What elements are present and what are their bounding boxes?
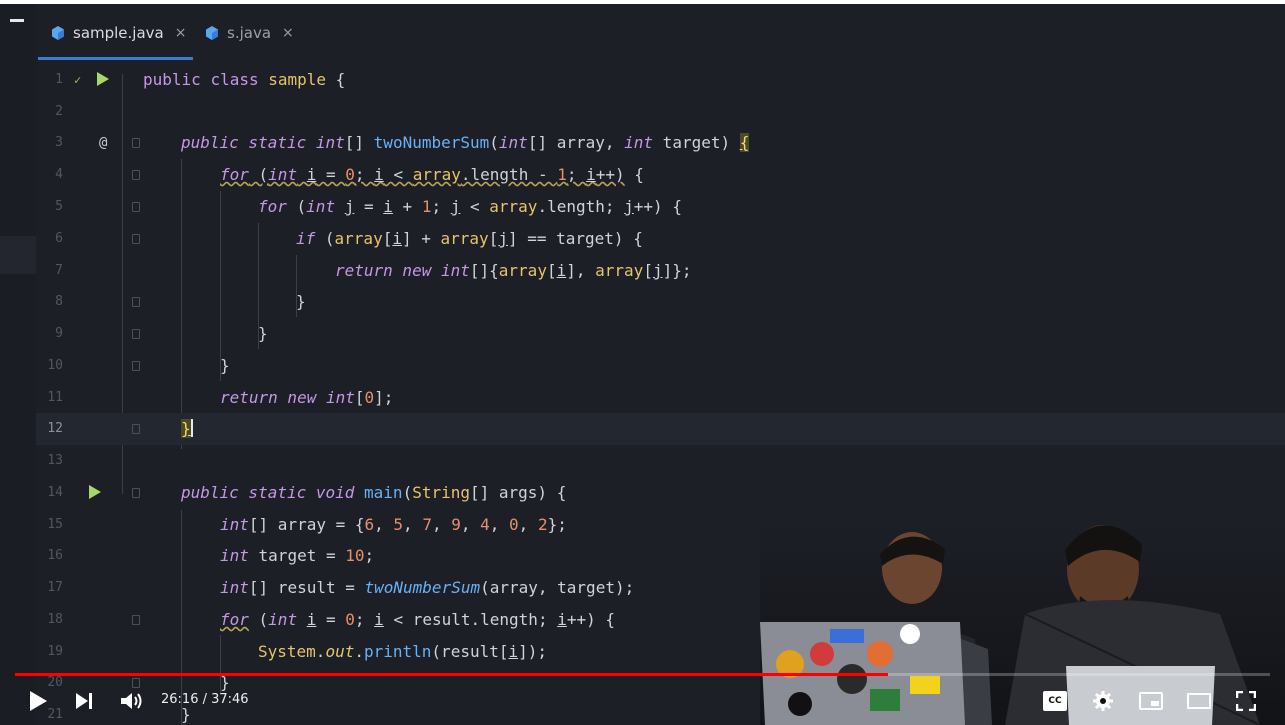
- tool-selection: [0, 236, 36, 274]
- code-text: if (array[i] + array[j] == target) {: [296, 229, 643, 248]
- code-text: public static int[] twoNumberSum(int[] a…: [181, 133, 750, 152]
- line-number: 9: [55, 326, 63, 341]
- line-number: 2: [55, 104, 63, 119]
- run-icon[interactable]: [88, 477, 101, 509]
- current-code-line: 12 }: [36, 413, 1285, 445]
- code-line: 7 return new int[]{array[i], array[j]};: [36, 255, 1285, 287]
- code-line: 10 }: [36, 350, 1285, 382]
- close-icon[interactable]: ×: [282, 25, 294, 41]
- line-number: 8: [55, 294, 63, 309]
- line-number: 14: [47, 485, 63, 500]
- line-number: 17: [47, 580, 63, 595]
- code-line: 13: [36, 445, 1285, 477]
- line-number: 18: [47, 612, 63, 627]
- code-text: int[] array = {6, 5, 7, 9, 4, 0, 2};: [220, 515, 567, 534]
- progress-fill: [15, 673, 889, 676]
- tab-s-java[interactable]: s.java ×: [204, 18, 294, 48]
- code-line: 1 ✓ public class sample {: [36, 64, 1285, 96]
- java-file-icon: [204, 25, 220, 41]
- miniplayer-icon[interactable]: [1138, 691, 1164, 711]
- code-line: 2: [36, 96, 1285, 128]
- fold-marker-icon[interactable]: [132, 170, 140, 180]
- line-number: 16: [47, 548, 63, 563]
- fullscreen-icon[interactable]: [1234, 690, 1258, 712]
- line-number: 7: [55, 263, 63, 278]
- line-number: 12: [47, 421, 63, 436]
- theater-mode-icon[interactable]: [1186, 691, 1212, 711]
- code-text: System.out.println(result[i]);: [258, 642, 548, 661]
- fold-marker-icon[interactable]: [132, 234, 140, 244]
- fold-marker-icon[interactable]: [132, 488, 140, 498]
- code-line: 9 }: [36, 318, 1285, 350]
- video-frame[interactable]: sample.java × s.java × 1 ✓ public class …: [0, 4, 1285, 725]
- code-line: 11 return new int[0];: [36, 382, 1285, 414]
- line-number: 13: [47, 453, 63, 468]
- settings-gear-icon[interactable]: [1091, 690, 1115, 712]
- code-text: for (int i = 0; i < result.length; i++) …: [220, 610, 616, 629]
- line-number: 10: [47, 358, 63, 373]
- code-line: 6 if (array[i] + array[j] == target) {: [36, 223, 1285, 255]
- code-text: for (int j = i + 1; j < array.length; j+…: [258, 197, 682, 216]
- java-file-icon: [50, 25, 66, 41]
- code-text: return new int[0];: [220, 388, 394, 407]
- fold-marker-icon[interactable]: [132, 424, 140, 434]
- check-icon: ✓: [74, 73, 82, 87]
- code-text: }: [220, 356, 230, 375]
- line-number: 15: [47, 517, 63, 532]
- fold-marker-icon[interactable]: [132, 297, 140, 307]
- play-icon[interactable]: [27, 690, 49, 712]
- fold-marker-icon[interactable]: [132, 361, 140, 371]
- player-controls: 26:16 / 37:46 CC: [0, 679, 1285, 725]
- code-text: public class sample {: [143, 70, 346, 89]
- text-cursor: [190, 419, 193, 437]
- fold-marker-icon[interactable]: [132, 615, 140, 625]
- fold-marker-icon[interactable]: [132, 138, 140, 148]
- next-icon[interactable]: [73, 690, 95, 712]
- tab-label: sample.java: [73, 24, 164, 42]
- collapse-icon[interactable]: [10, 19, 24, 22]
- code-text: int target = 10;: [220, 546, 375, 565]
- tool-strip: [0, 4, 36, 725]
- fold-marker-icon[interactable]: [132, 329, 140, 339]
- line-number: 11: [47, 390, 63, 405]
- line-number: 4: [55, 167, 63, 182]
- line-number: 5: [55, 199, 63, 214]
- captions-label: CC: [1048, 696, 1062, 706]
- code-text: int[] result = twoNumberSum(array, targe…: [220, 578, 635, 597]
- code-line: 8 }: [36, 286, 1285, 318]
- line-number: 1: [55, 72, 63, 87]
- volume-icon[interactable]: [119, 690, 145, 712]
- tab-label: s.java: [227, 24, 272, 42]
- line-number: 6: [55, 231, 63, 246]
- line-number: 3: [55, 135, 63, 150]
- tab-sample-java[interactable]: sample.java ×: [50, 18, 186, 48]
- line-number: 19: [47, 644, 63, 659]
- code-line: 4 for (int i = 0; i < array.length - 1; …: [36, 159, 1285, 191]
- code-text: for (int i = 0; i < array.length - 1; i+…: [220, 165, 644, 184]
- run-icon[interactable]: [96, 64, 109, 96]
- code-text: return new int[]{array[i], array[j]};: [335, 261, 692, 280]
- close-icon[interactable]: ×: [175, 25, 187, 41]
- code-text: }: [258, 324, 268, 343]
- code-line: 3 @ public static int[] twoNumberSum(int…: [36, 127, 1285, 159]
- captions-button[interactable]: CC: [1043, 691, 1067, 711]
- code-text: public static void main(String[] args) {: [181, 483, 567, 502]
- fold-marker-icon[interactable]: [132, 202, 140, 212]
- code-line: 5 for (int j = i + 1; j < array.length; …: [36, 191, 1285, 223]
- override-marker-icon[interactable]: @: [99, 127, 107, 159]
- code-text: }: [181, 419, 193, 438]
- progress-bar[interactable]: [15, 673, 1270, 676]
- time-display: 26:16 / 37:46: [161, 692, 249, 707]
- code-text: }: [296, 292, 306, 311]
